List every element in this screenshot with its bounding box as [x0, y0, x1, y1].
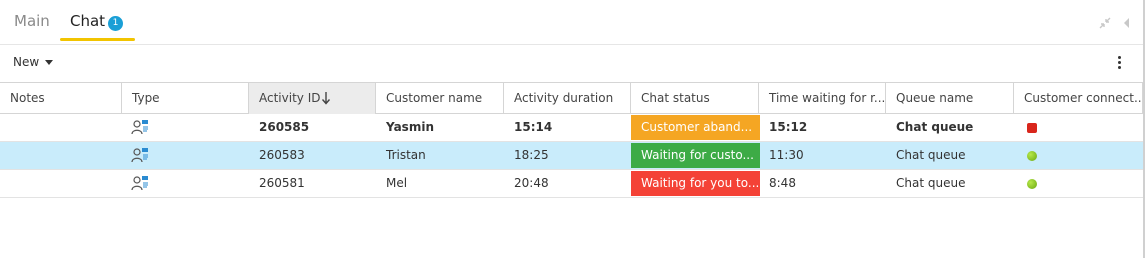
cell-chat-status: Customer aband...	[631, 115, 760, 140]
cell-time-waiting: 8:48	[769, 176, 796, 190]
more-vertical-icon[interactable]	[1112, 54, 1126, 74]
column-header-activity-id-label: Activity ID	[259, 91, 321, 105]
cell-activity-id: 260585	[259, 120, 310, 134]
active-tab-indicator	[60, 38, 135, 41]
cell-customer-name: Yasmin	[386, 120, 434, 134]
cell-time-waiting: 11:30	[769, 148, 804, 162]
chat-person-icon	[131, 120, 148, 135]
cell-notes	[0, 114, 122, 141]
column-header-customer-connection[interactable]: Customer connect...	[1014, 83, 1143, 114]
new-button[interactable]: New	[13, 55, 54, 69]
column-header-type[interactable]: Type	[122, 83, 249, 114]
cell-activity-duration: 15:14	[514, 120, 553, 134]
column-header-activity-duration[interactable]: Activity duration	[504, 83, 631, 114]
chat-person-icon	[131, 176, 148, 191]
cell-activity-duration: 18:25	[514, 148, 549, 162]
cell-chat-status: Waiting for you to...	[631, 171, 760, 196]
toolbar: New	[0, 50, 1145, 78]
arrow-down-icon	[321, 92, 331, 105]
cell-customer-name: Mel	[386, 176, 408, 190]
column-header-queue-name[interactable]: Queue name	[886, 83, 1014, 114]
column-header-activity-id[interactable]: Activity ID	[249, 83, 376, 114]
arrow-left-icon[interactable]	[1122, 17, 1132, 29]
connection-status-connected-icon	[1027, 151, 1037, 161]
tab-chat[interactable]: Chat 1	[60, 12, 135, 41]
column-header-customer-name[interactable]: Customer name	[376, 83, 504, 114]
chevron-down-icon	[45, 60, 54, 65]
table-row[interactable]: 260581 Mel 20:48 Waiting for you to... 8…	[0, 170, 1143, 198]
cell-queue-name: Chat queue	[896, 148, 966, 162]
cell-customer-name: Tristan	[386, 148, 426, 162]
tab-chat-label: Chat	[70, 12, 106, 30]
column-header-chat-status[interactable]: Chat status	[631, 83, 759, 114]
table-row[interactable]: 260585 Yasmin 15:14 Customer aband... 15…	[0, 114, 1143, 142]
tab-main[interactable]: Main	[14, 12, 50, 40]
cell-activity-id: 260583	[259, 148, 305, 162]
table-row[interactable]: 260583 Tristan 18:25 Waiting for custo..…	[0, 142, 1143, 170]
column-header-time-waiting[interactable]: Time waiting for r...	[759, 83, 886, 114]
activity-grid: Notes Type Activity ID Customer name Act…	[0, 82, 1143, 198]
cell-chat-status: Waiting for custo...	[631, 143, 760, 168]
cell-activity-duration: 20:48	[514, 176, 549, 190]
cell-notes	[0, 142, 122, 169]
cell-notes	[0, 170, 122, 197]
tab-chat-badge: 1	[108, 16, 123, 31]
cell-queue-name: Chat queue	[896, 120, 974, 134]
connection-status-disconnected-icon	[1027, 123, 1037, 133]
new-button-label: New	[13, 55, 40, 69]
cell-queue-name: Chat queue	[896, 176, 966, 190]
grid-header: Notes Type Activity ID Customer name Act…	[0, 82, 1143, 114]
cell-time-waiting: 15:12	[769, 120, 808, 134]
chat-person-icon	[131, 148, 148, 163]
cell-activity-id: 260581	[259, 176, 305, 190]
column-header-notes[interactable]: Notes	[0, 83, 122, 114]
connection-status-connected-icon	[1027, 179, 1037, 189]
collapse-icon[interactable]	[1098, 16, 1112, 30]
tab-bar: Main Chat 1	[0, 0, 1145, 45]
tab-divider	[0, 44, 1145, 45]
